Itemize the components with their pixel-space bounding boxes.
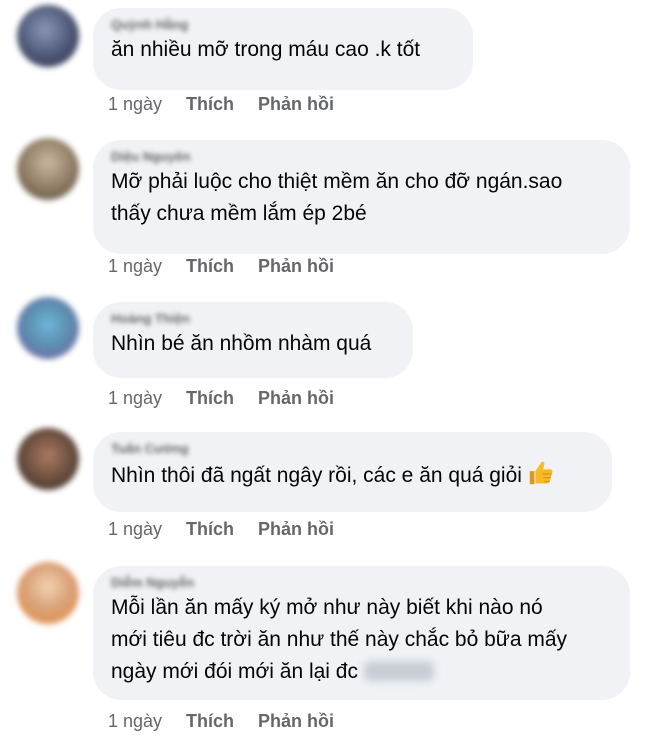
- comment-text: Mỡ phải luộc cho thiệt mềm ăn cho đỡ ngá…: [111, 170, 563, 225]
- avatar[interactable]: [17, 5, 79, 67]
- thumbs-up-emoji-icon: [529, 461, 553, 485]
- comment-author[interactable]: Hoàng Thiện: [111, 312, 395, 326]
- reply-button[interactable]: Phản hồi: [258, 388, 334, 408]
- avatar[interactable]: [17, 428, 79, 490]
- avatar[interactable]: [17, 138, 79, 200]
- avatar[interactable]: [17, 562, 79, 624]
- comment-time[interactable]: 1 ngày: [108, 711, 162, 731]
- avatar[interactable]: [17, 297, 79, 359]
- comment-bubble: Quỳnh Hằng ăn nhiều mỡ trong máu cao .k …: [93, 8, 473, 90]
- comment-time[interactable]: 1 ngày: [108, 388, 162, 408]
- reply-button[interactable]: Phản hồi: [258, 711, 334, 731]
- comment-author[interactable]: Diễm Nguyễn: [111, 576, 612, 590]
- comment-text: Nhìn bé ăn nhồm nhàm quá: [111, 332, 372, 355]
- comment-actions: 1 ngày Thích Phản hồi: [108, 254, 358, 278]
- reply-button[interactable]: Phản hồi: [258, 94, 334, 114]
- like-button[interactable]: Thích: [186, 388, 234, 408]
- comment-bubble: Hoàng Thiện Nhìn bé ăn nhồm nhàm quá: [93, 302, 413, 378]
- comment-time[interactable]: 1 ngày: [108, 256, 162, 276]
- reply-button[interactable]: Phản hồi: [258, 519, 334, 539]
- blurred-text: [363, 661, 434, 681]
- comment-actions: 1 ngày Thích Phản hồi: [108, 92, 358, 116]
- comment-time[interactable]: 1 ngày: [108, 94, 162, 114]
- comment-bubble: Diễm Nguyễn Mỗi lần ăn mấy ký mở như này…: [93, 566, 630, 700]
- comment-time[interactable]: 1 ngày: [108, 519, 162, 539]
- comment-text: ăn nhiều mỡ trong máu cao .k tốt: [111, 38, 421, 61]
- like-button[interactable]: Thích: [186, 711, 234, 731]
- comment-bubble: Tuấn Cường Nhìn thôi đã ngất ngây rồi, c…: [93, 432, 612, 512]
- comment-bubble: Diệu Nguyên Mỡ phải luộc cho thiệt mềm ă…: [93, 140, 630, 254]
- comment-text: Nhìn thôi đã ngất ngây rồi, các e ăn quá…: [111, 458, 594, 492]
- comment-author[interactable]: Tuấn Cường: [111, 442, 594, 456]
- comment-text-body: Nhìn thôi đã ngất ngây rồi, các e ăn quá…: [111, 464, 522, 487]
- comment-author[interactable]: Diệu Nguyên: [111, 150, 612, 164]
- comment-author[interactable]: Quỳnh Hằng: [111, 18, 455, 32]
- comment-text: Mỗi lần ăn mấy ký mở như này biết khi nà…: [111, 592, 612, 688]
- comment-actions: 1 ngày Thích Phản hồi: [108, 386, 358, 410]
- comment-actions: 1 ngày Thích Phản hồi: [108, 709, 358, 733]
- like-button[interactable]: Thích: [186, 519, 234, 539]
- comment-text-body: Mỗi lần ăn mấy ký mở như này biết khi nà…: [111, 596, 568, 683]
- like-button[interactable]: Thích: [186, 94, 234, 114]
- reply-button[interactable]: Phản hồi: [258, 256, 334, 276]
- comment-actions: 1 ngày Thích Phản hồi: [108, 517, 358, 541]
- like-button[interactable]: Thích: [186, 256, 234, 276]
